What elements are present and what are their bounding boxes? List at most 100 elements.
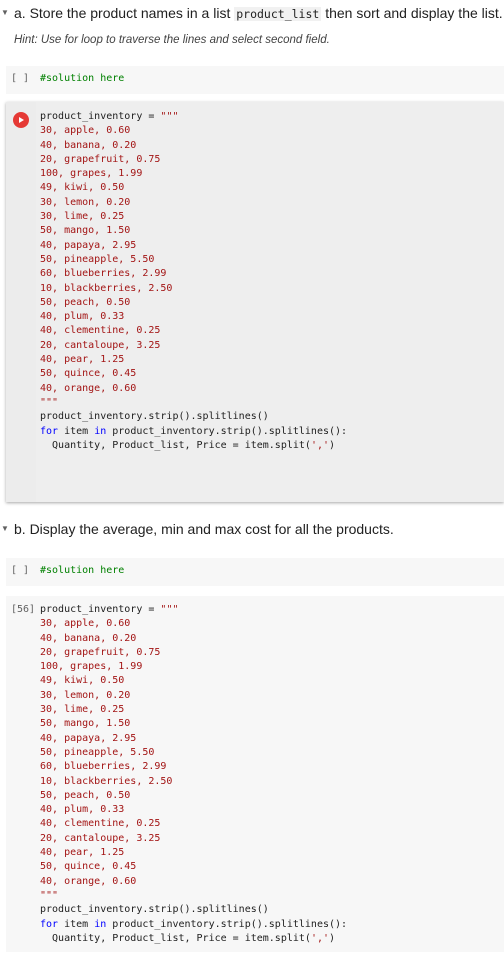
- code-string: 50, mango, 1.50: [40, 225, 131, 237]
- code-string: 30, lime, 0.25: [40, 704, 125, 716]
- code-line: 50, peach, 0.50: [40, 789, 500, 803]
- code-line: 40, plum, 0.33: [40, 803, 500, 817]
- markdown-cell-b: ▼ b. Display the average, min and max co…: [0, 520, 504, 538]
- code-statement: ): [329, 932, 336, 944]
- code-string: ',': [310, 932, 329, 944]
- code-statement: product_inventory.strip().splitlines():: [106, 425, 348, 437]
- code-string: 50, quince, 0.45: [40, 861, 137, 873]
- code-line: 30, lemon, 0.20: [40, 689, 500, 703]
- code-editor[interactable]: #solution here: [40, 72, 500, 86]
- code-line: 50, mango, 1.50: [40, 224, 500, 238]
- code-statement: product_inventory.strip().splitlines(): [40, 411, 269, 423]
- code-editor[interactable]: #solution here: [40, 564, 500, 578]
- code-line: 40, clementine, 0.25: [40, 324, 500, 338]
- code-keyword: for: [40, 425, 59, 437]
- code-variable: product_inventory =: [40, 111, 161, 122]
- code-string: 49, kiwi, 0.50: [40, 182, 125, 194]
- code-cell-executed[interactable]: [56] product_inventory = """ 30, apple, 0…: [6, 596, 504, 952]
- code-line: """: [40, 396, 500, 410]
- code-string: 50, mango, 1.50: [40, 718, 131, 730]
- code-string: 50, pineapple, 5.50: [40, 746, 155, 758]
- collapse-caret-icon[interactable]: ▼: [1, 520, 9, 538]
- inline-code-product-list: product_list: [234, 7, 322, 21]
- code-line: product_inventory.strip().splitlines(): [40, 410, 500, 424]
- code-string: 30, lemon, 0.20: [40, 196, 131, 208]
- code-line: for item in product_inventory.strip().sp…: [40, 425, 500, 439]
- code-keyword: in: [94, 918, 107, 930]
- code-line: 40, papaya, 2.95: [40, 239, 500, 253]
- code-keyword: in: [94, 425, 107, 437]
- code-line: 40, pear, 1.25: [40, 353, 500, 367]
- code-line: 50, pineapple, 5.50: [40, 253, 500, 267]
- code-line: 20, cantaloupe, 3.25: [40, 832, 500, 846]
- code-string: 50, peach, 0.50: [40, 789, 131, 801]
- code-string: 30, apple, 0.60: [40, 125, 131, 137]
- code-string: 40, pear, 1.25: [40, 847, 125, 859]
- section-a-heading: ▼ a. Store the product names in a list p…: [1, 4, 503, 22]
- code-string: 30, apple, 0.60: [40, 618, 131, 630]
- code-comment: #solution here: [40, 565, 125, 576]
- code-statement: Quantity, Product_list, Price = item.spl…: [40, 932, 311, 944]
- code-variable: item: [58, 425, 95, 437]
- play-icon: [19, 117, 24, 123]
- collapse-caret-icon[interactable]: ▼: [1, 4, 9, 22]
- code-editor[interactable]: product_inventory = """ 30, apple, 0.60 40…: [40, 110, 500, 453]
- code-line: 10, blackberries, 2.50: [40, 775, 500, 789]
- hint-text: Hint: Use for loop to traverse the lines…: [14, 34, 330, 46]
- code-string: 20, grapefruit, 0.75: [40, 646, 161, 658]
- code-statement: Quantity, Product_list, Price = item.spl…: [40, 439, 311, 451]
- markdown-cell-a: ▼ a. Store the product names in a list p…: [0, 4, 504, 47]
- code-string: 40, clementine, 0.25: [40, 818, 161, 830]
- code-statement: product_inventory.strip().splitlines():: [106, 918, 348, 930]
- code-string: ',': [310, 439, 329, 451]
- cell-gutter: [6, 102, 36, 502]
- code-line: 49, kiwi, 0.50: [40, 181, 500, 195]
- code-line: 30, lime, 0.25: [40, 210, 500, 224]
- code-string: 60, blueberries, 2.99: [40, 761, 167, 773]
- code-line: 30, lime, 0.25: [40, 703, 500, 717]
- code-cell-empty-2[interactable]: [ ] #solution here: [6, 558, 504, 586]
- code-statement: product_inventory.strip().splitlines(): [40, 904, 269, 916]
- code-string: 20, cantaloupe, 3.25: [40, 339, 161, 351]
- code-line: 40, banana, 0.20: [40, 632, 500, 646]
- code-line: 30, apple, 0.60: [40, 617, 500, 631]
- code-string: """: [40, 889, 59, 901]
- code-string: """: [40, 396, 59, 408]
- code-editor[interactable]: product_inventory = """ 30, apple, 0.60 40…: [40, 603, 500, 946]
- code-line: 40, banana, 0.20: [40, 139, 500, 153]
- section-b-heading: ▼ b. Display the average, min and max co…: [1, 520, 394, 538]
- code-string: 10, blackberries, 2.50: [40, 775, 173, 787]
- code-comment: #solution here: [40, 73, 125, 84]
- code-line: 40, orange, 0.60: [40, 382, 500, 396]
- code-line: Quantity, Product_list, Price = item.spl…: [40, 932, 500, 946]
- code-line: 100, grapes, 1.99: [40, 167, 500, 181]
- code-string: 40, plum, 0.33: [40, 804, 125, 816]
- code-cell-active[interactable]: product_inventory = """ 30, apple, 0.60 40…: [6, 102, 504, 502]
- code-line: 49, kiwi, 0.50: [40, 674, 500, 688]
- code-string: 40, papaya, 2.95: [40, 732, 137, 744]
- code-string: 40, pear, 1.25: [40, 354, 125, 366]
- code-string: 20, grapefruit, 0.75: [40, 153, 161, 165]
- code-line: product_inventory = """: [40, 603, 500, 617]
- code-line: Quantity, Product_list, Price = item.spl…: [40, 439, 500, 453]
- code-string: 100, grapes, 1.99: [40, 168, 143, 180]
- code-string: 50, peach, 0.50: [40, 296, 131, 308]
- code-string: 49, kiwi, 0.50: [40, 675, 125, 687]
- code-line: 40, orange, 0.60: [40, 875, 500, 889]
- code-string: 40, orange, 0.60: [40, 875, 137, 887]
- code-line: 50, pineapple, 5.50: [40, 746, 500, 760]
- cell-prompt: [ ]: [11, 73, 30, 84]
- code-string: 50, quince, 0.45: [40, 368, 137, 380]
- code-string: 100, grapes, 1.99: [40, 661, 143, 673]
- code-cell-empty-1[interactable]: [ ] #solution here: [6, 66, 504, 94]
- code-string: 20, cantaloupe, 3.25: [40, 832, 161, 844]
- code-string: 40, papaya, 2.95: [40, 239, 137, 251]
- code-line: 100, grapes, 1.99: [40, 660, 500, 674]
- code-line: 50, quince, 0.45: [40, 860, 500, 874]
- code-string: 50, pineapple, 5.50: [40, 253, 155, 265]
- code-string: 40, banana, 0.20: [40, 139, 137, 151]
- code-keyword: for: [40, 918, 59, 930]
- code-variable: product_inventory =: [40, 604, 161, 615]
- run-cell-button[interactable]: [13, 112, 29, 128]
- code-line: 40, clementine, 0.25: [40, 817, 500, 831]
